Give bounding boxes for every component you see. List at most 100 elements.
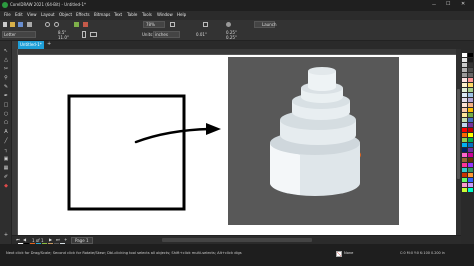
new-document-icon[interactable] [3, 22, 7, 27]
menu-help[interactable]: Help [177, 13, 186, 17]
transparency-icon[interactable]: ▦ [3, 165, 9, 171]
palette-swatch[interactable] [468, 168, 473, 172]
palette-swatch[interactable] [462, 83, 467, 87]
horizontal-scrollbar[interactable] [162, 238, 312, 242]
palette-swatch[interactable] [462, 188, 467, 192]
add-tool-icon[interactable]: + [3, 232, 9, 238]
palette-swatch[interactable] [462, 143, 467, 147]
menu-window[interactable]: Window [157, 13, 173, 17]
palette-swatch[interactable] [462, 163, 467, 167]
palette-swatch[interactable] [462, 63, 467, 67]
palette-swatch[interactable] [468, 133, 473, 137]
palette-swatch[interactable] [468, 148, 473, 152]
fill-indicator-icon[interactable] [336, 251, 342, 257]
minimize-button[interactable]: — [432, 3, 436, 7]
freehand-tool-icon[interactable]: ✎ [3, 84, 9, 90]
parallel-dimension-icon[interactable]: ╱ [3, 138, 9, 144]
palette-swatch[interactable] [462, 73, 467, 77]
crop-tool-icon[interactable]: ✂ [3, 66, 9, 72]
palette-swatch[interactable] [468, 83, 473, 87]
palette-swatch[interactable] [462, 133, 467, 137]
palette-swatch[interactable] [468, 73, 473, 77]
palette-swatch[interactable] [462, 78, 467, 82]
portrait-icon[interactable] [82, 31, 86, 38]
palette-swatch[interactable] [468, 113, 473, 117]
close-button[interactable]: ✕ [461, 2, 465, 7]
import-icon[interactable] [74, 22, 79, 27]
palette-swatch[interactable] [468, 183, 473, 187]
drawing-canvas[interactable] [18, 55, 456, 235]
palette-swatch[interactable] [462, 103, 467, 107]
export-icon[interactable] [83, 22, 88, 27]
palette-swatch[interactable] [462, 158, 467, 162]
palette-swatch[interactable] [468, 128, 473, 132]
palette-swatch[interactable] [468, 98, 473, 102]
palette-swatch[interactable] [468, 108, 473, 112]
palette-swatch[interactable] [462, 58, 467, 62]
palette-swatch[interactable] [462, 153, 467, 157]
options-icon[interactable] [226, 22, 231, 27]
redo-icon[interactable] [54, 22, 59, 27]
landscape-icon[interactable] [90, 32, 97, 37]
palette-swatch[interactable] [468, 153, 473, 157]
last-page-button[interactable]: ⏭ [56, 238, 60, 242]
fill-tool-icon[interactable]: ◆ [3, 183, 9, 189]
drawn-rectangle[interactable] [67, 94, 186, 211]
add-tab-button[interactable]: + [47, 42, 51, 47]
duplicate-distance-x[interactable]: 0.25" [226, 30, 237, 35]
palette-swatch[interactable] [462, 93, 467, 97]
menu-bitmaps[interactable]: Bitmaps [94, 13, 110, 17]
palette-swatch[interactable] [468, 78, 473, 82]
palette-swatch[interactable] [468, 138, 473, 142]
rectangle-tool-icon[interactable]: □ [3, 102, 9, 108]
menu-tools[interactable]: Tools [142, 13, 152, 17]
drop-shadow-icon[interactable]: ▣ [3, 156, 9, 162]
palette-swatch[interactable] [468, 173, 473, 177]
duplicate-distance-y[interactable]: 0.25" [226, 35, 237, 40]
palette-swatch[interactable] [468, 93, 473, 97]
palette-swatch[interactable] [462, 173, 467, 177]
next-page-button[interactable]: ▶ [49, 238, 52, 242]
nudge-distance-value[interactable]: 0.01" [196, 32, 207, 37]
palette-swatch[interactable] [462, 138, 467, 142]
undo-icon[interactable] [45, 22, 50, 27]
print-icon[interactable] [27, 22, 32, 27]
palette-swatch[interactable] [468, 88, 473, 92]
menu-edit[interactable]: Edit [15, 13, 23, 17]
previous-page-button[interactable]: ◀ [23, 238, 26, 242]
menu-view[interactable]: View [27, 13, 37, 17]
full-screen-icon[interactable] [170, 22, 175, 27]
palette-swatch[interactable] [462, 98, 467, 102]
palette-swatch[interactable] [462, 108, 467, 112]
palette-swatch[interactable] [462, 168, 467, 172]
connector-icon[interactable]: ┐ [3, 147, 9, 153]
palette-swatch[interactable] [462, 118, 467, 122]
first-page-button[interactable]: ⏮ [16, 238, 20, 242]
polygon-tool-icon[interactable]: ⬠ [3, 120, 9, 126]
pick-tool-icon[interactable]: ↖ [3, 48, 9, 54]
snap-to-icon[interactable] [203, 22, 208, 27]
palette-swatch[interactable] [462, 148, 467, 152]
cake-image[interactable] [228, 57, 399, 225]
palette-swatch[interactable] [468, 118, 473, 122]
palette-swatch[interactable] [462, 113, 467, 117]
menu-layout[interactable]: Layout [41, 13, 55, 17]
menu-effects[interactable]: Effects [76, 13, 90, 17]
palette-swatch[interactable] [462, 53, 467, 57]
palette-swatch[interactable] [468, 188, 473, 192]
save-icon[interactable] [18, 22, 23, 27]
palette-swatch[interactable] [468, 158, 473, 162]
text-tool-icon[interactable]: A [3, 129, 9, 135]
artistic-media-icon[interactable]: ✒ [3, 93, 9, 99]
palette-swatch[interactable] [468, 163, 473, 167]
add-page-button[interactable]: + [64, 238, 67, 242]
palette-swatch[interactable] [462, 183, 467, 187]
palette-swatch[interactable] [468, 123, 473, 127]
eyedropper-icon[interactable]: ✐ [3, 174, 9, 180]
menu-table[interactable]: Table [127, 13, 137, 17]
maximize-button[interactable]: ☐ [446, 2, 450, 7]
palette-swatch[interactable] [462, 178, 467, 182]
palette-swatch[interactable] [468, 63, 473, 67]
page-width-value[interactable]: 8.5" [58, 30, 66, 35]
ellipse-tool-icon[interactable]: ○ [3, 111, 9, 117]
